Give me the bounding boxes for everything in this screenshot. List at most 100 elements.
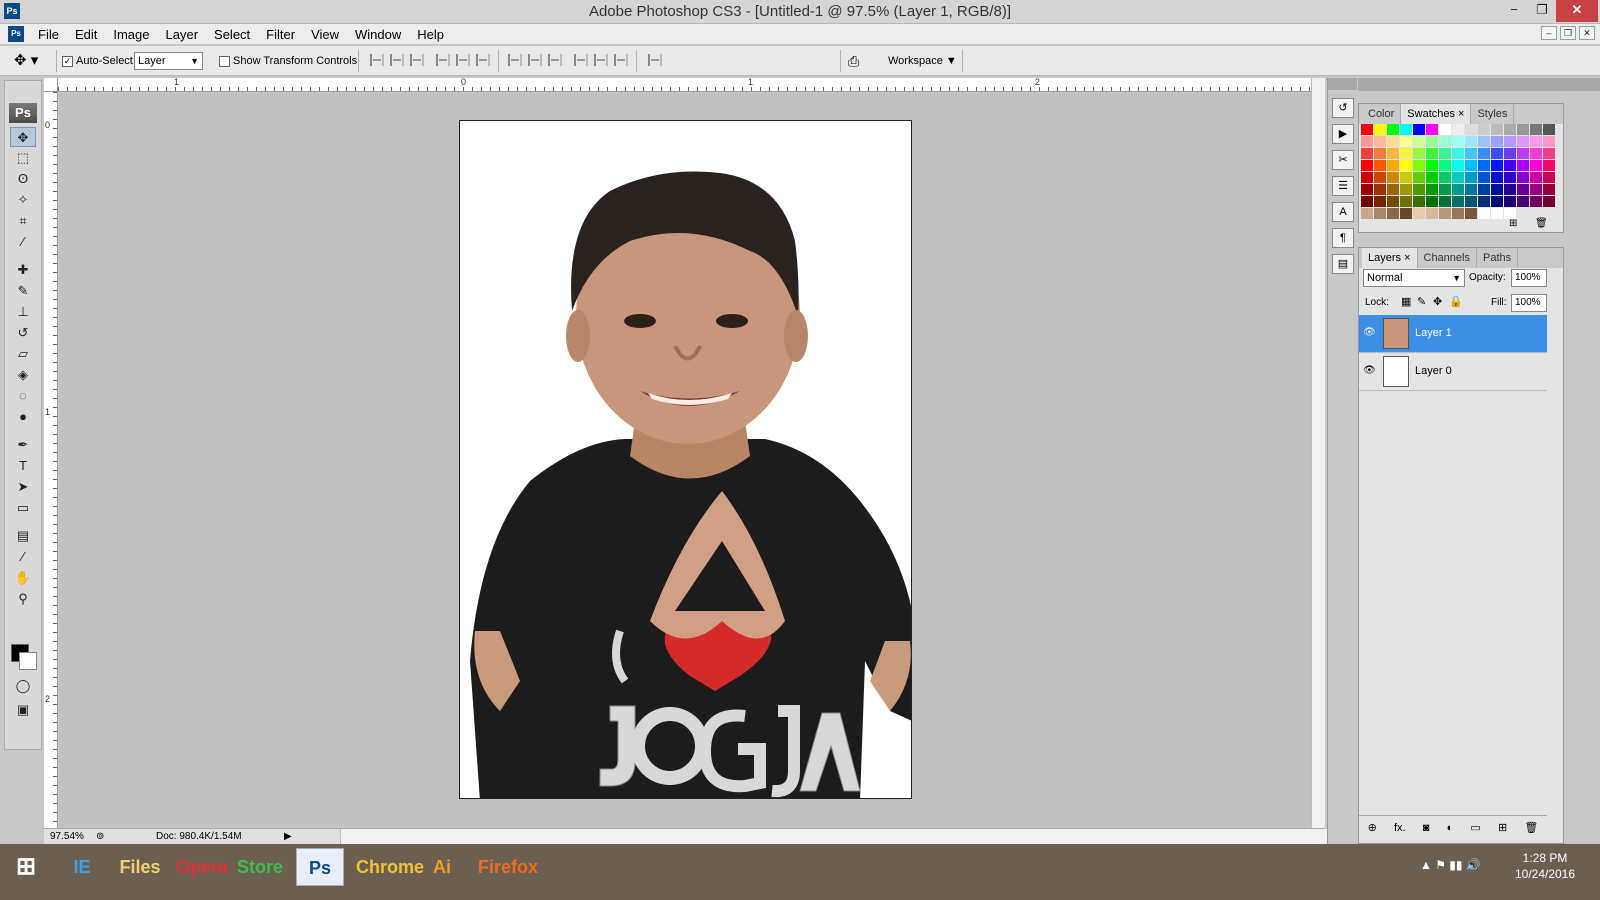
tab-swatches[interactable]: Swatches × <box>1401 104 1472 124</box>
swatch[interactable] <box>1387 136 1399 147</box>
swatch[interactable] <box>1491 160 1503 171</box>
swatch[interactable] <box>1439 148 1451 159</box>
swatch[interactable] <box>1504 148 1516 159</box>
swatch[interactable] <box>1491 184 1503 195</box>
swatch[interactable] <box>1452 148 1464 159</box>
doc-minimize-button[interactable]: – <box>1541 26 1557 40</box>
swatch[interactable] <box>1400 124 1412 135</box>
tab-paths[interactable]: Paths <box>1477 248 1519 268</box>
document-icon[interactable]: Ps <box>8 26 24 42</box>
swatch[interactable] <box>1413 136 1425 147</box>
swatch[interactable] <box>1400 208 1412 219</box>
swatch[interactable] <box>1439 184 1451 195</box>
swatch[interactable] <box>1478 184 1490 195</box>
distribute-right-icon[interactable] <box>614 54 628 66</box>
eyedropper-tool-icon[interactable]: ⁄ <box>10 232 36 252</box>
swatch[interactable] <box>1465 136 1477 147</box>
swatch[interactable] <box>1387 172 1399 183</box>
swatch[interactable] <box>1543 136 1555 147</box>
swatch[interactable] <box>1543 124 1555 135</box>
swatch[interactable] <box>1543 148 1555 159</box>
workspace-menu[interactable]: Workspace ▼ <box>888 46 957 76</box>
paragraph-panel-icon[interactable]: ¶ <box>1332 228 1354 248</box>
link-layers-icon[interactable]: ⊕ <box>1368 821 1377 834</box>
swatch[interactable] <box>1439 172 1451 183</box>
swatch[interactable] <box>1491 148 1503 159</box>
move-tool-preset-icon[interactable]: ✥ ▾ <box>14 46 38 76</box>
standard-mode-icon[interactable]: ◯ <box>10 676 36 696</box>
swatch[interactable] <box>1426 160 1438 171</box>
swatch[interactable] <box>1361 136 1373 147</box>
photoshop-taskbar-icon[interactable]: Ps <box>296 848 344 886</box>
clone-stamp-tool-icon[interactable]: ⊥ <box>10 302 36 322</box>
layer-row[interactable]: 👁 Layer 1 <box>1359 315 1547 353</box>
swatch[interactable] <box>1400 196 1412 207</box>
swatch[interactable] <box>1426 172 1438 183</box>
layer-comps-icon[interactable]: ☰ <box>1332 176 1354 196</box>
character-panel-icon[interactable]: A <box>1332 202 1354 222</box>
actions-panel-icon[interactable]: ▶ <box>1332 124 1354 144</box>
ruler-origin[interactable] <box>44 78 58 92</box>
swatch[interactable] <box>1530 160 1542 171</box>
swatch[interactable] <box>1413 208 1425 219</box>
swatch[interactable] <box>1439 124 1451 135</box>
align-right-icon[interactable] <box>476 54 490 66</box>
swatch[interactable] <box>1491 196 1503 207</box>
visibility-eye-icon[interactable]: 👁 <box>1363 365 1376 376</box>
swatch[interactable] <box>1374 160 1386 171</box>
horizontal-ruler[interactable]: 1 0 1 2 <box>58 77 1312 92</box>
swatch[interactable] <box>1465 172 1477 183</box>
history-panel-icon[interactable]: ↺ <box>1332 98 1354 118</box>
tab-layers[interactable]: Layers × <box>1362 248 1418 268</box>
distribute-bottom-icon[interactable] <box>548 54 562 66</box>
delete-swatch-icon[interactable]: 🗑 <box>1535 218 1548 229</box>
swatch[interactable] <box>1530 184 1542 195</box>
swatch[interactable] <box>1361 208 1373 219</box>
distribute-left-icon[interactable] <box>574 54 588 66</box>
swatch[interactable] <box>1465 148 1477 159</box>
lasso-tool-icon[interactable]: ʘ <box>10 169 36 189</box>
background-color-swatch[interactable] <box>19 652 37 670</box>
horizontal-scrollbar[interactable] <box>340 829 1354 844</box>
swatch[interactable] <box>1426 208 1438 219</box>
vertical-scrollbar[interactable] <box>1311 78 1325 828</box>
swatch[interactable] <box>1504 196 1516 207</box>
swatch[interactable] <box>1374 124 1386 135</box>
swatch[interactable] <box>1491 172 1503 183</box>
marquee-tool-icon[interactable]: ⬚ <box>10 148 36 168</box>
swatch[interactable] <box>1543 172 1555 183</box>
eyedropper-secondary-tool-icon[interactable]: ⁄ <box>10 547 36 567</box>
swatch[interactable] <box>1504 160 1516 171</box>
panel-collapse-bar[interactable] <box>1358 78 1600 91</box>
swatch[interactable] <box>1387 184 1399 195</box>
windows-start-icon[interactable]: ⊞ <box>2 848 50 886</box>
layer-mask-icon[interactable]: ◙ <box>1423 822 1430 834</box>
swatch[interactable] <box>1426 124 1438 135</box>
adjustment-layer-icon[interactable]: ◐ <box>1447 822 1454 834</box>
zoom-tool-icon[interactable]: ⚲ <box>10 589 36 609</box>
auto-align-icon[interactable] <box>648 54 662 66</box>
swatch[interactable] <box>1478 124 1490 135</box>
swatch[interactable] <box>1426 148 1438 159</box>
swatch[interactable] <box>1413 172 1425 183</box>
zoom-level[interactable]: 97.54% <box>50 831 84 842</box>
swatch[interactable] <box>1361 148 1373 159</box>
doc-close-button[interactable]: ✕ <box>1579 26 1595 40</box>
menu-image[interactable]: Image <box>105 24 157 45</box>
swatch[interactable] <box>1426 184 1438 195</box>
swatch[interactable] <box>1413 160 1425 171</box>
align-vcenter-icon[interactable] <box>390 54 404 66</box>
paint-bucket-tool-icon[interactable]: ◈ <box>10 365 36 385</box>
distribute-hcenter-icon[interactable] <box>594 54 608 66</box>
swatch[interactable] <box>1504 184 1516 195</box>
swatch[interactable] <box>1478 208 1490 219</box>
hand-tool-icon[interactable]: ✋ <box>10 568 36 588</box>
swatch[interactable] <box>1374 208 1386 219</box>
swatch[interactable] <box>1465 196 1477 207</box>
swatch[interactable] <box>1374 184 1386 195</box>
info-panel-icon[interactable]: ▤ <box>1332 254 1354 274</box>
align-bottom-icon[interactable] <box>410 54 424 66</box>
lock-transparent-icon[interactable]: ▦ <box>1401 295 1411 308</box>
swatch[interactable] <box>1478 172 1490 183</box>
photoshop-logo[interactable]: Ps <box>9 103 37 123</box>
